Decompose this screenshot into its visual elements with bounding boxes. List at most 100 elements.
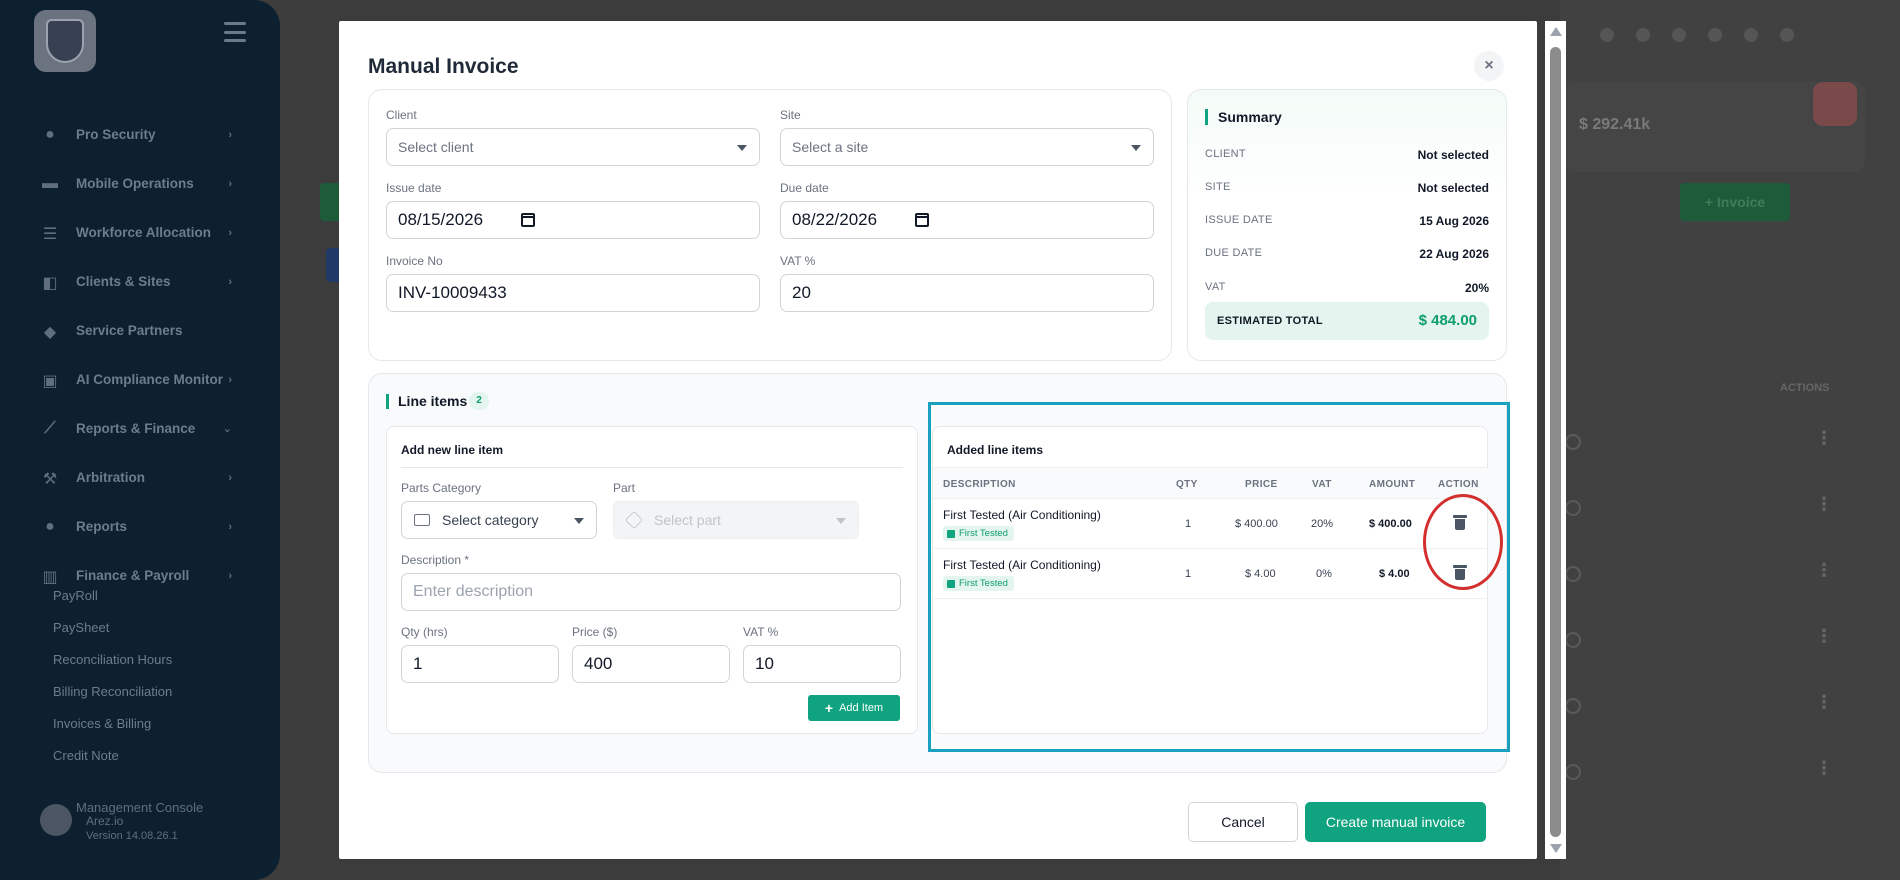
background-invoice-button: + Invoice xyxy=(1680,183,1790,221)
summary-row-site: SITE Not selected xyxy=(1205,181,1489,195)
kebab-icon: ⋮ xyxy=(1815,428,1833,448)
sidebar-item-clients-sites[interactable]: ◧ Clients & Sites › xyxy=(40,257,240,306)
background-tab-edge xyxy=(326,248,340,282)
price-input[interactable]: 400 xyxy=(572,645,730,683)
console-name: Arez.io xyxy=(86,814,124,828)
site-label: Site xyxy=(780,108,801,122)
submenu-item-paysheet[interactable]: PaySheet xyxy=(53,612,172,644)
issue-date-label: Issue date xyxy=(386,181,442,195)
shield-logo-icon xyxy=(46,19,84,63)
check-icon xyxy=(1636,28,1650,42)
due-date-input[interactable]: 08/22/2026 xyxy=(780,201,1154,239)
modal-scrollbar[interactable] xyxy=(1545,21,1566,859)
background-row-dot xyxy=(1565,764,1581,780)
plus-icon: + xyxy=(824,700,834,716)
vat-input[interactable]: 20 xyxy=(780,274,1154,312)
calendar-icon[interactable] xyxy=(915,213,929,227)
menu-toggle-icon[interactable] xyxy=(224,22,246,42)
qty-label: Qty (hrs) xyxy=(401,625,448,639)
app-logo[interactable] xyxy=(34,10,96,72)
invoice-no-label: Invoice No xyxy=(386,254,443,268)
sidebar-item-arbitration[interactable]: ⚒ Arbitration › xyxy=(40,453,240,502)
finance-submenu: PayRoll PaySheet Reconciliation Hours Bi… xyxy=(53,580,172,772)
sidebar-item-reports-finance[interactable]: ⟋ Reports & Finance ⌄ xyxy=(40,404,240,453)
caret-down-icon xyxy=(737,145,747,151)
console-version: Version 14.08.26.1 xyxy=(86,830,178,842)
item-vat-input[interactable]: 10 xyxy=(743,645,901,683)
folder-icon xyxy=(414,514,430,526)
search-icon xyxy=(1600,28,1614,42)
chevron-right-icon: › xyxy=(228,520,232,533)
part-label: Part xyxy=(613,481,636,495)
avatar xyxy=(40,804,72,836)
close-button[interactable]: × xyxy=(1474,51,1504,81)
console-title: Management Console xyxy=(76,800,204,815)
parts-category-select[interactable]: Select category xyxy=(401,501,597,539)
client-label: Client xyxy=(386,108,417,122)
item-vat-label: VAT % xyxy=(743,625,779,639)
background-toolbar xyxy=(1600,28,1794,42)
cancel-button[interactable]: Cancel xyxy=(1188,802,1298,842)
background-row-dot xyxy=(1565,698,1581,714)
caret-down-icon xyxy=(836,518,846,524)
add-item-button[interactable]: + Add Item xyxy=(808,695,900,721)
gavel-icon: ⚒ xyxy=(42,470,58,488)
caret-down-icon xyxy=(1131,145,1141,151)
add-line-item-title: Add new line item xyxy=(401,443,504,457)
description-input[interactable]: Enter description xyxy=(401,573,901,611)
add-line-item-card: Add new line item Parts Category Select … xyxy=(386,426,918,734)
kebab-icon: ⋮ xyxy=(1815,494,1833,514)
part-select[interactable]: Select part xyxy=(613,501,859,539)
submenu-item-credit-note[interactable]: Credit Note xyxy=(53,740,172,772)
create-manual-invoice-button[interactable]: Create manual invoice xyxy=(1305,802,1486,842)
sidebar-item-ai-compliance-monitor[interactable]: ▣ AI Compliance Monitor › xyxy=(40,355,240,404)
client-select[interactable]: Select client xyxy=(386,128,760,166)
chart-line-icon: ⟋ xyxy=(44,419,56,437)
site-select[interactable]: Select a site xyxy=(780,128,1154,166)
qty-input[interactable]: 1 xyxy=(401,645,559,683)
submenu-item-billing-reconciliation[interactable]: Billing Reconciliation xyxy=(53,676,172,708)
submenu-item-reconciliation-hours[interactable]: Reconciliation Hours xyxy=(53,644,172,676)
summary-row-vat: VAT 20% xyxy=(1205,281,1489,295)
list-check-icon: ☰ xyxy=(42,225,58,243)
background-stat-card: $ 292.41k xyxy=(1565,82,1865,172)
parts-category-label: Parts Category xyxy=(401,481,482,495)
sidebar-item-reports[interactable]: ● Reports › xyxy=(40,502,240,551)
cube-icon xyxy=(624,510,644,530)
sidebar-item-pro-security[interactable]: ● Pro Security › xyxy=(40,110,240,159)
sidebar-item-workforce-allocation[interactable]: ☰ Workforce Allocation › xyxy=(40,208,240,257)
scrollbar-thumb[interactable] xyxy=(1550,47,1561,837)
stat-card-icon xyxy=(1813,82,1857,126)
background-button-edge xyxy=(320,183,340,221)
background-row-dot xyxy=(1565,632,1581,648)
sidebar-nav: ● Pro Security › ▬ Mobile Operations › ☰ Work… xyxy=(40,110,240,600)
scroll-down-arrow-icon[interactable] xyxy=(1550,844,1562,853)
sidebar: ● Pro Security › ▬ Mobile Operations › ☰ Work… xyxy=(0,0,280,880)
background-actions-header: ACTIONS xyxy=(1780,382,1830,394)
summary-panel: Summary CLIENT Not selected SITE Not selec… xyxy=(1187,89,1507,361)
description-label: Description * xyxy=(401,553,470,567)
chevron-right-icon: › xyxy=(228,226,232,239)
kebab-icon: ⋮ xyxy=(1815,560,1833,580)
invoice-no-input[interactable]: INV-10009433 xyxy=(386,274,760,312)
clients-icon: ◧ xyxy=(42,274,58,292)
issue-date-input[interactable]: 08/15/2026 xyxy=(386,201,760,239)
submenu-item-payroll[interactable]: PayRoll xyxy=(53,580,172,612)
background-row-dot xyxy=(1565,566,1581,582)
status-dot-icon xyxy=(1672,28,1686,42)
chevron-right-icon: › xyxy=(228,128,232,141)
summary-row-due-date: DUE DATE 22 Aug 2026 xyxy=(1205,247,1489,261)
user-shield-icon: ● xyxy=(45,125,55,143)
kebab-icon: ⋮ xyxy=(1815,692,1833,712)
line-items-count-badge: 2 xyxy=(469,392,489,410)
due-date-label: Due date xyxy=(780,181,829,195)
link-icon xyxy=(1780,28,1794,42)
calendar-icon[interactable] xyxy=(521,213,535,227)
summary-row-issue-date: ISSUE DATE 15 Aug 2026 xyxy=(1205,214,1489,228)
sidebar-item-service-partners[interactable]: ◆ Service Partners xyxy=(40,306,240,355)
scroll-up-arrow-icon[interactable] xyxy=(1550,27,1562,36)
sidebar-item-mobile-operations[interactable]: ▬ Mobile Operations › xyxy=(40,159,240,208)
submenu-item-invoices-billing[interactable]: Invoices & Billing xyxy=(53,708,172,740)
car-icon: ▬ xyxy=(42,174,58,192)
chevron-right-icon: › xyxy=(228,373,232,386)
